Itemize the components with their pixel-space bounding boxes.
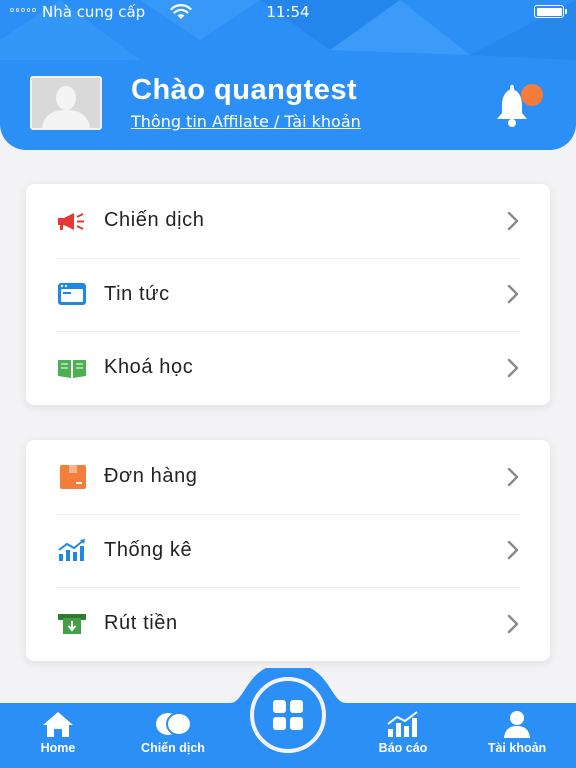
clock: 11:54 (266, 3, 310, 21)
grid-icon (273, 700, 303, 730)
nav-item-chien-dich[interactable]: Chiến dịch (123, 709, 223, 755)
nav-item-bao-cao[interactable]: Báo cáo (353, 709, 453, 755)
nav-label: Chiến dịch (141, 741, 205, 755)
menu-item-tin-tuc[interactable]: Tin tức (26, 257, 550, 332)
bottom-navigation: Home Chiến dịch Báo cáo Tài khoản (0, 668, 576, 768)
home-icon (43, 712, 73, 737)
campaign-bubbles-icon (156, 712, 192, 736)
cash-withdraw-icon (58, 613, 86, 634)
browser-window-icon (58, 283, 86, 306)
chevron-right-icon (507, 614, 519, 634)
notification-badge (521, 84, 543, 106)
header: Nhà cung cấp 11:54 Chào quangtest Thông … (0, 0, 576, 150)
chevron-right-icon (507, 467, 519, 486)
affiliate-account-link[interactable]: Thông tin Affilate / Tài khoản (131, 112, 361, 131)
menu-card-main: Chiến dịch Tin tức Khoá học (26, 184, 550, 405)
user-icon (504, 711, 530, 738)
menu-item-label: Thống kê (104, 538, 193, 561)
nav-label: Tài khoản (487, 741, 547, 755)
battery-icon (534, 5, 567, 18)
menu-item-thong-ke[interactable]: Thống kê (26, 513, 550, 588)
menu-item-khoa-hoc[interactable]: Khoá học (26, 331, 550, 405)
chevron-right-icon (507, 358, 519, 378)
growth-chart-icon (58, 539, 85, 562)
menu-item-don-hang[interactable]: Đơn hàng (26, 440, 550, 514)
status-bar: Nhà cung cấp 11:54 (0, 0, 576, 24)
menu-card-finance: Đơn hàng Thống kê Rút tiền (26, 440, 550, 661)
chevron-right-icon (507, 285, 519, 304)
menu-item-label: Rút tiền (104, 612, 178, 635)
menu-item-label: Khoá học (104, 356, 194, 379)
bell-icon[interactable] (494, 83, 546, 129)
chevron-right-icon (507, 541, 519, 560)
center-menu-button[interactable] (250, 677, 326, 753)
user-placeholder-icon (32, 78, 100, 128)
menu-item-label: Tin tức (104, 282, 170, 305)
chevron-right-icon (507, 211, 519, 230)
menu-item-label: Đơn hàng (104, 465, 198, 488)
avatar[interactable] (30, 76, 102, 130)
nav-label: Báo cáo (378, 741, 428, 755)
menu-item-rut-tien[interactable]: Rút tiền (26, 587, 550, 661)
menu-item-label: Chiến dịch (104, 209, 205, 232)
nav-item-tai-khoan[interactable]: Tài khoản (467, 709, 567, 755)
nav-label: Home (40, 741, 76, 755)
nav-item-home[interactable]: Home (8, 709, 108, 755)
menu-item-chien-dich[interactable]: Chiến dịch (26, 184, 550, 258)
bar-chart-icon (387, 711, 418, 737)
megaphone-icon (58, 212, 84, 230)
open-book-icon (58, 359, 86, 378)
greeting-title: Chào quangtest (131, 74, 358, 106)
package-box-icon (60, 464, 86, 489)
